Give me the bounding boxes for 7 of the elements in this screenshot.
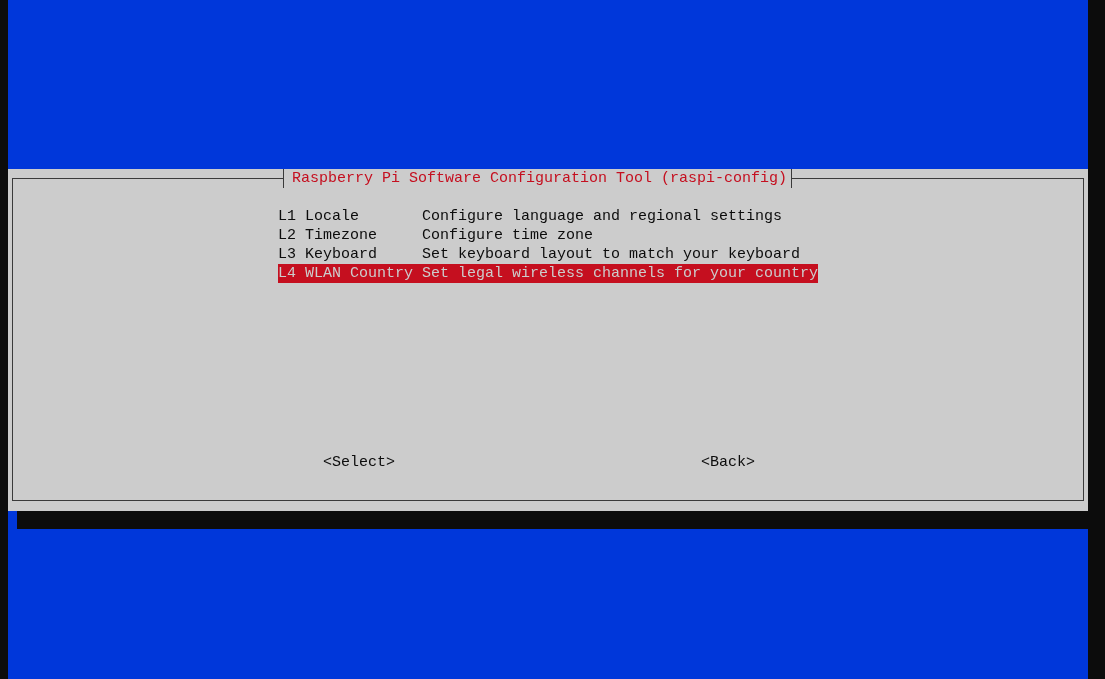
dialog-button[interactable]: <Back> — [701, 453, 756, 472]
menu-item[interactable]: L2 Timezone Configure time zone — [278, 226, 594, 245]
menu-item[interactable]: L3 Keyboard Set keyboard layout to match your keyboard — [278, 245, 801, 264]
menu-item[interactable]: L4 WLAN Country Set legal wireless channels for your country — [278, 264, 819, 283]
menu-item[interactable]: L1 Locale Configure language and regional settings — [278, 207, 783, 226]
dialog-title: Raspberry Pi Software Configuration Tool (raspi-config) — [283, 169, 793, 188]
dialog-button[interactable]: <Select> — [323, 453, 395, 472]
